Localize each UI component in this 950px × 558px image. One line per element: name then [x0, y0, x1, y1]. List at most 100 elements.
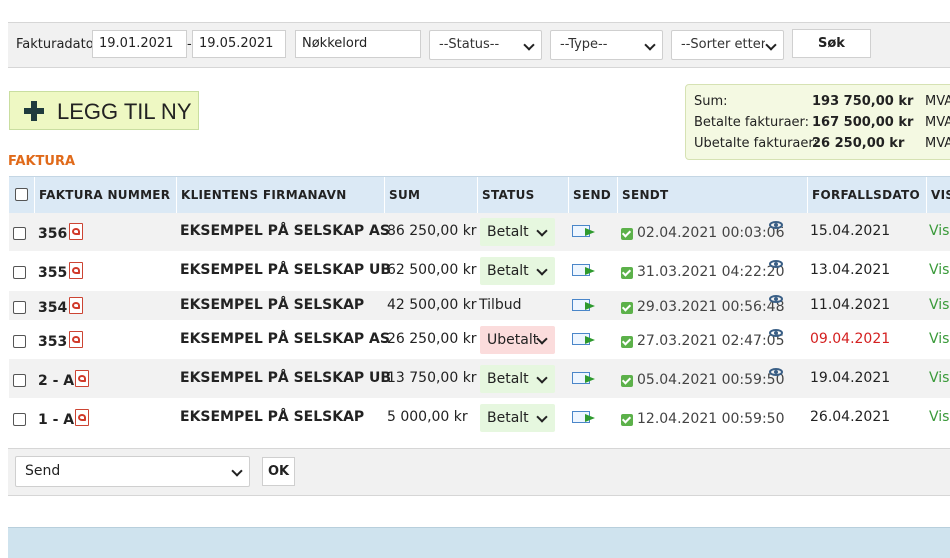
invoice-number[interactable]: 1 - A: [38, 412, 74, 428]
keyword-input[interactable]: Nøkkelord: [295, 30, 421, 58]
table-header: FAKTURA NUMMER KLIENTENS FIRMANAVN SUM S…: [9, 176, 950, 214]
status-value: Betalt: [487, 371, 529, 387]
pdf-icon[interactable]: [69, 262, 83, 279]
status-select[interactable]: Betalt: [480, 218, 555, 246]
status-value: Betalt: [487, 410, 529, 426]
ok-button[interactable]: OK: [262, 457, 295, 486]
summary-value: 193 750,00 kr: [812, 94, 914, 109]
pdf-icon[interactable]: [75, 409, 89, 426]
send-mail-icon[interactable]: [572, 223, 596, 238]
sent-check-icon: [621, 414, 633, 426]
pdf-icon[interactable]: [69, 331, 83, 348]
col-header-send: SEND: [568, 177, 617, 213]
eye-icon[interactable]: [769, 329, 783, 337]
search-button[interactable]: Søk: [792, 29, 871, 58]
col-header-number[interactable]: FAKTURA NUMMER: [34, 177, 176, 213]
view-link[interactable]: Vis: [929, 331, 949, 347]
footer-bar: [8, 527, 950, 558]
summary-label: Betalte fakturaer:: [694, 115, 810, 130]
send-mail-icon[interactable]: [572, 370, 596, 385]
summary-value: 26 250,00 kr: [812, 136, 905, 151]
date-to-input[interactable]: 19.05.2021: [192, 30, 286, 58]
add-new-label: LEGG TIL NY: [57, 99, 192, 124]
eye-icon[interactable]: [769, 260, 783, 268]
pdf-icon[interactable]: [69, 223, 83, 240]
row-checkbox[interactable]: [13, 266, 26, 279]
chevron-down-icon: [231, 465, 243, 477]
chevron-down-icon: [523, 39, 535, 51]
row-checkbox[interactable]: [13, 227, 26, 240]
table-row: 354 EKSEMPEL PÅ SELSKAP 42 500,00 kr Tilbud…: [9, 291, 950, 320]
invoice-number[interactable]: 353: [38, 334, 67, 350]
row-checkbox[interactable]: [13, 374, 26, 387]
view-link[interactable]: Vis: [929, 262, 949, 278]
status-filter-select[interactable]: --Status--: [429, 30, 542, 60]
table-row: 353 EKSEMPEL PÅ SELSKAP AS 26 250,00 kr Ube…: [9, 320, 950, 359]
date-from-input[interactable]: 19.01.2021: [92, 30, 187, 58]
status-select[interactable]: Ubetalt: [480, 326, 555, 354]
status-select[interactable]: Betalt: [480, 404, 555, 432]
add-new-button[interactable]: LEGG TIL NY: [9, 91, 199, 130]
table-row: 1 - A EKSEMPEL PÅ SELSKAP 5 000,00 kr Betal…: [9, 398, 950, 437]
invoice-number[interactable]: 355: [38, 265, 67, 281]
send-mail-icon[interactable]: [572, 331, 596, 346]
plus-icon: [24, 101, 44, 121]
pdf-icon[interactable]: [75, 370, 89, 387]
due-date: 11.04.2021: [810, 297, 891, 313]
view-link[interactable]: Vis: [929, 409, 949, 425]
sent-timestamp: 29.03.2021 00:56:48: [637, 299, 785, 315]
row-checkbox[interactable]: [13, 413, 26, 426]
invoice-number[interactable]: 354: [38, 300, 67, 316]
client-firm-name: EKSEMPEL PÅ SELSKAP UB: [180, 262, 392, 278]
summary-value: 167 500,00 kr: [812, 115, 914, 130]
date-label: Fakturadato:: [16, 37, 99, 52]
status-filter-value: --Status--: [439, 37, 500, 52]
row-checkbox[interactable]: [13, 301, 26, 314]
sent-check-icon: [621, 228, 633, 240]
invoice-number[interactable]: 2 - A: [38, 373, 74, 389]
due-date: 15.04.2021: [810, 223, 891, 239]
select-all-checkbox[interactable]: [15, 188, 28, 201]
eye-icon[interactable]: [769, 368, 783, 376]
invoice-sum: 5 000,00 kr: [387, 409, 468, 425]
sent-timestamp: 12.04.2021 00:59:50: [637, 411, 785, 427]
due-date: 13.04.2021: [810, 262, 891, 278]
summary-box: Sum: 193 750,00 kr MVA Betalte fakturaer…: [685, 84, 950, 160]
bulk-action-select[interactable]: Send: [15, 456, 250, 487]
col-header-sent[interactable]: SENDT: [617, 177, 807, 213]
eye-icon[interactable]: [769, 221, 783, 229]
chevron-down-icon: [536, 225, 548, 237]
summary-row-total: Sum: 193 750,00 kr MVA: [694, 94, 950, 112]
col-header-sum[interactable]: SUM: [384, 177, 477, 213]
sent-timestamp: 05.04.2021 00:59:50: [637, 372, 785, 388]
date-separator: -: [187, 37, 192, 52]
table-row: 356 EKSEMPEL PÅ SELSKAP AS 86 250,00 kr Bet…: [9, 213, 950, 251]
summary-suffix: MVA: [925, 94, 950, 109]
row-checkbox[interactable]: [13, 335, 26, 348]
send-mail-icon[interactable]: [572, 409, 596, 424]
status-select[interactable]: Betalt: [480, 365, 555, 393]
send-mail-icon[interactable]: [572, 297, 596, 312]
summary-row-unpaid: Ubetalte fakturaer: 26 250,00 kr MVA: [694, 136, 950, 154]
col-header-due[interactable]: FORFALLSDATO: [807, 177, 926, 213]
pdf-icon[interactable]: [69, 297, 83, 314]
invoice-sum: 86 250,00 kr: [387, 223, 477, 239]
view-link[interactable]: Vis: [929, 223, 949, 239]
client-firm-name: EKSEMPEL PÅ SELSKAP UB: [180, 370, 392, 386]
sort-value: --Sorter etter: [681, 37, 765, 52]
send-mail-icon[interactable]: [572, 262, 596, 277]
status-select[interactable]: Betalt: [480, 257, 555, 285]
sent-timestamp: 31.03.2021 04:22:20: [637, 264, 785, 280]
chevron-down-icon: [644, 39, 656, 51]
summary-label: Sum:: [694, 94, 728, 109]
due-date: 19.04.2021: [810, 370, 891, 386]
sent-check-icon: [621, 375, 633, 387]
col-header-firm[interactable]: KLIENTENS FIRMANAVN: [176, 177, 384, 213]
col-header-status[interactable]: STATUS: [477, 177, 568, 213]
view-link[interactable]: Vis: [929, 370, 949, 386]
invoice-number[interactable]: 356: [38, 226, 67, 242]
view-link[interactable]: Vis: [929, 297, 949, 313]
type-filter-select[interactable]: --Type--: [550, 30, 663, 60]
eye-icon[interactable]: [769, 295, 783, 303]
sort-select[interactable]: --Sorter etter: [671, 30, 784, 60]
